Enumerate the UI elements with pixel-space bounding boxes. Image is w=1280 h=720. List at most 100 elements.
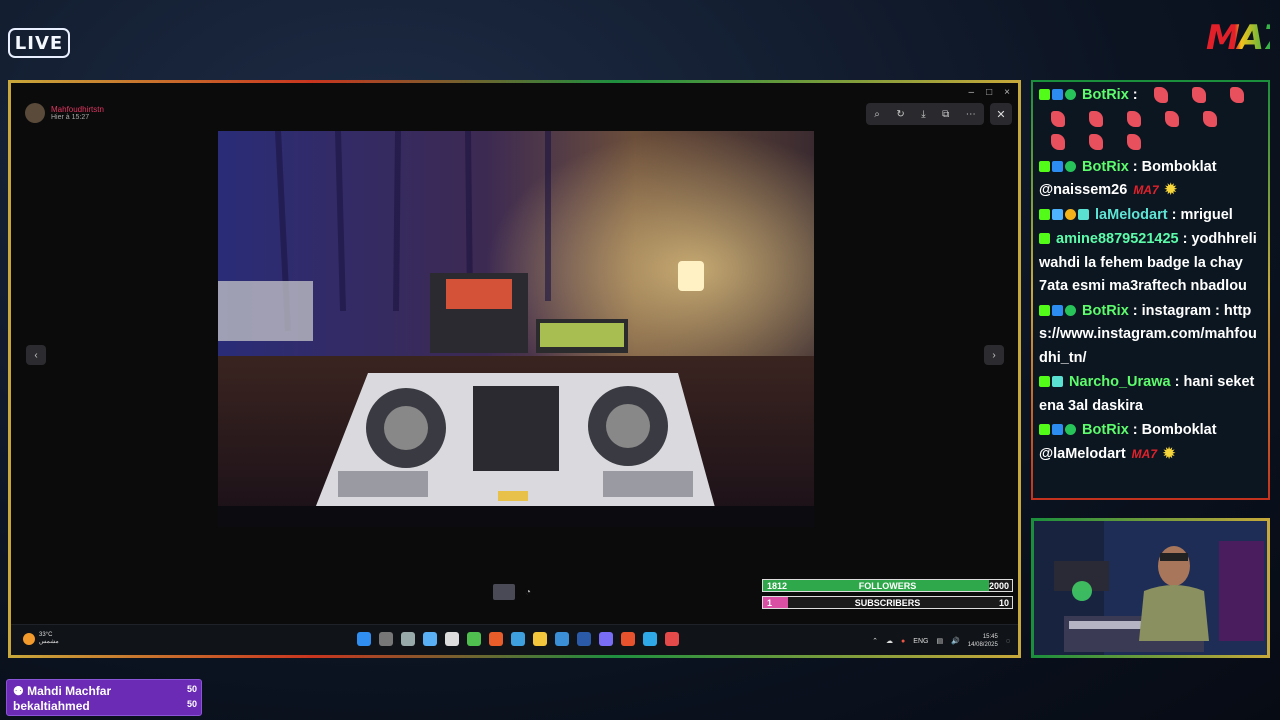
photos-icon[interactable] xyxy=(511,632,525,646)
dj-controller-photo xyxy=(218,131,814,527)
app-blue-icon[interactable] xyxy=(577,632,591,646)
widgets-icon[interactable] xyxy=(423,632,437,646)
subscribers-label: SUBSCRIBERS xyxy=(854,598,921,608)
ma7-emote: MA7 xyxy=(1131,446,1157,461)
vscode-icon[interactable] xyxy=(555,632,569,646)
kick-badge-icon xyxy=(1039,304,1050,316)
network-icon[interactable]: ▤ xyxy=(936,637,943,645)
search-icon[interactable] xyxy=(379,632,393,646)
webcam-feed xyxy=(1034,521,1267,655)
leaderboard-value: 50 xyxy=(186,684,197,694)
live-badge: LIVE xyxy=(8,28,70,58)
loading-spinner-icon: ◔ xyxy=(525,586,532,598)
app-green-icon[interactable] xyxy=(467,632,481,646)
taskbar-apps xyxy=(357,632,679,646)
verified-badge-icon xyxy=(1065,424,1076,435)
volume-icon[interactable]: 🔊 xyxy=(951,637,960,645)
ma7-emote: MA7 xyxy=(1133,183,1159,197)
post-time: Hier à 15:27 xyxy=(51,114,90,121)
chat-username[interactable]: amine8879521425 xyxy=(1056,231,1179,247)
viewer-toolbar: ⌕ ↻ ⤓ ⧉ ⋯ ✕ xyxy=(866,103,1012,125)
file-explorer-icon[interactable] xyxy=(533,632,547,646)
open-external-icon[interactable]: ⧉ xyxy=(942,109,949,120)
brave-icon[interactable] xyxy=(621,632,635,646)
viewer-tool-group: ⌕ ↻ ⤓ ⧉ ⋯ xyxy=(866,103,984,125)
terminal-icon[interactable] xyxy=(445,632,459,646)
verified-badge-icon xyxy=(1065,304,1076,316)
leaderboard-name: Mahdi Machfar xyxy=(27,684,112,698)
chat-username[interactable]: BotRix xyxy=(1082,87,1129,103)
chat-message: Narcho_Urawa : hani seket ena 3al daskir… xyxy=(1039,374,1255,414)
sparkle-emote: ✹ xyxy=(1164,182,1177,198)
discord-icon[interactable] xyxy=(599,632,613,646)
screen-capture: – □ × Mahfoudhirtstn Hier à 15:27 ⌕ ↻ ⤓ … xyxy=(11,83,1018,655)
avatar xyxy=(25,103,45,123)
followers-label: FOLLOWERS xyxy=(858,581,917,591)
chat-frame: BotRix : BotRix : Bomboklat @naissem26 MA… xyxy=(1031,80,1270,500)
bot-badge-icon xyxy=(1052,304,1063,316)
chat-username[interactable]: BotRix xyxy=(1082,159,1129,175)
edge-icon[interactable] xyxy=(643,632,657,646)
download-icon[interactable]: ⤓ xyxy=(921,109,925,120)
chat-text: mriguel xyxy=(1180,206,1233,223)
zoom-in-icon[interactable]: ⌕ xyxy=(874,109,880,120)
taskbar-clock[interactable]: 15:45 14/08/2025 xyxy=(968,633,998,649)
rotate-icon[interactable]: ↻ xyxy=(896,109,904,120)
followers-target: 2000 xyxy=(988,581,1009,591)
subscribers-goal-bar: 1 SUBSCRIBERS 10 xyxy=(762,596,1013,609)
subscribers-target: 10 xyxy=(998,598,1009,608)
chat-username[interactable]: laMelodart xyxy=(1095,207,1168,223)
channel-logo: MA7 xyxy=(1206,18,1280,58)
maximize-button[interactable]: □ xyxy=(986,87,992,98)
start-icon[interactable] xyxy=(357,632,371,646)
leaderboard-value: 50 xyxy=(186,699,197,709)
weather-widget[interactable]: 33°C مشمس xyxy=(23,632,59,645)
cube-badge-icon xyxy=(1052,208,1063,220)
task-view-icon[interactable] xyxy=(401,632,415,646)
minimize-button[interactable]: – xyxy=(969,87,975,98)
kick-badge-icon xyxy=(1039,89,1050,100)
gift-badge-icon xyxy=(1065,208,1076,220)
chat-message: amine8879521425 : yodhhreli wahdi la feh… xyxy=(1039,231,1257,294)
cloud-icon[interactable]: ☁ xyxy=(886,637,893,645)
image-thumbnail[interactable] xyxy=(493,584,515,600)
kick-badge-icon xyxy=(1039,233,1050,244)
system-tray: ⌃ ☁ ● ENG ▤ 🔊 15:45 14/08/2025 ◌ xyxy=(872,633,1010,649)
screen-capture-frame: – □ × Mahfoudhirtstn Hier à 15:27 ⌕ ↻ ⤓ … xyxy=(8,80,1021,658)
close-icon[interactable]: ✕ xyxy=(990,103,1012,125)
author-name: Mahfoudhirtstn xyxy=(51,105,104,114)
window-close-button[interactable]: × xyxy=(1004,87,1010,98)
chat-username[interactable]: BotRix xyxy=(1082,303,1129,319)
chrome-icon[interactable] xyxy=(665,632,679,646)
kick-badge-icon xyxy=(1039,424,1050,435)
next-image-button[interactable]: › xyxy=(984,345,1004,365)
followers-goal-bar: 1812 FOLLOWERS 2000 xyxy=(762,579,1013,592)
kick-badge-icon xyxy=(1039,376,1050,387)
verified-badge-icon xyxy=(1065,160,1076,172)
webcam-frame xyxy=(1031,518,1270,658)
window-controls: – □ × xyxy=(969,87,1010,98)
leaderboard-widget: ⚉ Mahdi Machfar 50 bekaltiahmed 50 xyxy=(6,679,202,716)
chat-message: BotRix : Bomboklat @naissem26 MA7 ✹ xyxy=(1039,156,1262,203)
kick-badge-icon xyxy=(1039,160,1050,172)
chevron-up-icon[interactable]: ⌃ xyxy=(872,637,878,645)
clock-date: 14/08/2025 xyxy=(967,642,998,648)
chat-box: BotRix : BotRix : Bomboklat @naissem26 MA… xyxy=(1033,82,1268,498)
windows-taskbar: 33°C مشمس ⌃ ☁ ● ENG ▤ 🔊 15:45 14/08/2025… xyxy=(11,624,1018,655)
sparkle-emote: ✹ xyxy=(1163,445,1176,462)
chat-message: BotRix : xyxy=(1039,84,1262,155)
chat-message: BotRix : instagram : https://www.instagr… xyxy=(1039,302,1257,366)
prev-image-button[interactable]: ‹ xyxy=(26,345,46,365)
app-orange-icon[interactable] xyxy=(489,632,503,646)
notification-bell-icon[interactable]: ◌ xyxy=(1006,638,1010,645)
language-indicator[interactable]: ENG xyxy=(913,638,928,645)
chat-message: BotRix : Bomboklat @laMelodart MA7 ✹ xyxy=(1039,419,1262,466)
chat-username[interactable]: Narcho_Urawa xyxy=(1069,374,1171,390)
more-icon[interactable]: ⋯ xyxy=(966,109,976,120)
bot-badge-icon xyxy=(1052,89,1063,100)
chat-message: laMelodart : mriguel xyxy=(1039,204,1262,228)
thumbnail-strip: ◔ xyxy=(493,584,531,600)
chat-username[interactable]: BotRix xyxy=(1082,422,1129,438)
leaderboard-name: bekaltiahmed xyxy=(13,699,90,713)
mic-icon[interactable]: ● xyxy=(901,638,905,645)
